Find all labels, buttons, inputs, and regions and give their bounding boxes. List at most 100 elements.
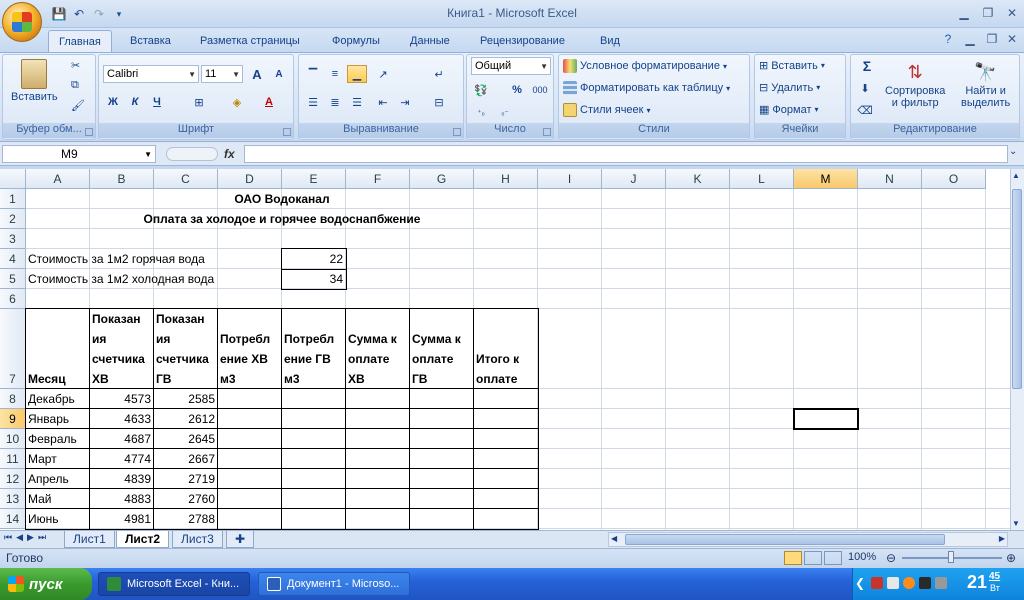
office-button[interactable] bbox=[2, 2, 42, 42]
align-center-icon[interactable]: ≣ bbox=[325, 93, 345, 111]
column-header-b[interactable]: B bbox=[90, 169, 154, 189]
scroll-left-icon[interactable]: ◀ bbox=[611, 534, 617, 543]
row-header-9[interactable]: 9 bbox=[0, 409, 26, 429]
vertical-scroll-thumb[interactable] bbox=[1012, 189, 1022, 389]
page-layout-view-icon[interactable] bbox=[804, 551, 822, 565]
cut-icon[interactable]: ✂ bbox=[71, 59, 80, 72]
orientation-icon[interactable]: ↗ bbox=[373, 65, 393, 83]
expand-formula-icon[interactable]: ⌄ bbox=[1009, 146, 1017, 157]
tab-view[interactable]: Вид bbox=[590, 30, 630, 52]
normal-view-icon[interactable] bbox=[784, 551, 802, 565]
grow-font-button[interactable]: A bbox=[247, 65, 267, 83]
format-painter-icon[interactable]: 🖌 bbox=[71, 99, 85, 112]
increase-decimal-icon[interactable]: ⁺₀ bbox=[471, 103, 491, 121]
dialog-launcher-icon[interactable] bbox=[283, 128, 291, 136]
active-cell[interactable] bbox=[793, 408, 859, 430]
underline-button[interactable]: Ч bbox=[147, 93, 167, 111]
row-header-3[interactable]: 3 bbox=[0, 229, 26, 249]
merge-cells-icon[interactable]: ⊟ bbox=[429, 93, 449, 111]
row-header-5[interactable]: 5 bbox=[0, 269, 26, 289]
thousands-button[interactable]: 000 bbox=[529, 81, 551, 99]
cell-styles-button[interactable]: Стили ячеек ▾ bbox=[563, 103, 651, 117]
align-left-icon[interactable]: ☰ bbox=[303, 93, 323, 111]
tab-home[interactable]: Главная bbox=[48, 30, 112, 52]
scroll-up-icon[interactable]: ▲ bbox=[1012, 171, 1020, 180]
column-header-c[interactable]: C bbox=[154, 169, 218, 189]
minimize-icon[interactable]: ▁ bbox=[952, 4, 976, 22]
find-select-button[interactable]: 🔭 Найти и выделить bbox=[961, 59, 1010, 109]
decrease-decimal-icon[interactable]: ₀⁻ bbox=[495, 103, 515, 121]
tab-insert[interactable]: Вставка bbox=[120, 30, 181, 52]
zoom-slider-thumb[interactable] bbox=[948, 551, 954, 563]
column-header-d[interactable]: D bbox=[218, 169, 282, 189]
tray-browser-icon[interactable] bbox=[903, 577, 915, 589]
font-name-select[interactable]: Calibri ▼ bbox=[103, 65, 199, 83]
insert-function-button[interactable]: fx bbox=[224, 147, 235, 161]
borders-icon[interactable]: ⊞ bbox=[189, 93, 209, 111]
insert-sheet-icon[interactable]: ✚ bbox=[226, 531, 255, 548]
tab-data[interactable]: Данные bbox=[400, 30, 460, 52]
sort-filter-button[interactable]: ⇅ Сортировка и фильтр bbox=[885, 59, 945, 109]
row-header-8[interactable]: 8 bbox=[0, 389, 26, 409]
scroll-down-icon[interactable]: ▼ bbox=[1012, 519, 1020, 528]
tray-app-icon[interactable] bbox=[871, 577, 883, 589]
italic-button[interactable]: К bbox=[125, 93, 145, 111]
conditional-formatting-button[interactable]: Условное форматирование ▾ bbox=[563, 59, 727, 73]
column-header-f[interactable]: F bbox=[346, 169, 410, 189]
font-size-select[interactable]: 11 ▼ bbox=[201, 65, 243, 83]
zoom-level[interactable]: 100% bbox=[848, 551, 876, 563]
format-cells-button[interactable]: ▦ Формат ▾ bbox=[759, 103, 819, 117]
vertical-scrollbar[interactable]: ▲ ▼ bbox=[1010, 169, 1024, 530]
tray-expand-icon[interactable]: ❮ bbox=[855, 576, 865, 590]
tab-review[interactable]: Рецензирование bbox=[470, 30, 575, 52]
scroll-right-icon[interactable]: ▶ bbox=[999, 534, 1005, 543]
paste-button[interactable]: Вставить bbox=[11, 59, 58, 103]
row-header-7[interactable]: 7 bbox=[0, 309, 26, 389]
row-header-12[interactable]: 12 bbox=[0, 469, 26, 489]
doc-minimize-icon[interactable]: ▁ bbox=[958, 30, 982, 48]
sheet-nav-icon[interactable]: ⏮◀▶⏭ bbox=[4, 532, 50, 543]
column-header-j[interactable]: J bbox=[602, 169, 666, 189]
worksheet-grid[interactable]: A B C D E F G H I J K L M N O 1 2 3 4 5 6 7 8 9 10 11 12 13 14 ОАО Во… bbox=[0, 169, 1010, 530]
column-header-e[interactable]: E bbox=[282, 169, 346, 189]
dialog-launcher-icon[interactable] bbox=[543, 128, 551, 136]
tray-language-icon[interactable] bbox=[887, 577, 899, 589]
horizontal-scroll-thumb[interactable] bbox=[625, 534, 945, 545]
row-header-14[interactable]: 14 bbox=[0, 509, 26, 529]
column-header-n[interactable]: N bbox=[858, 169, 922, 189]
sheet-tab-2[interactable]: Лист2 bbox=[116, 531, 170, 548]
tab-page-layout[interactable]: Разметка страницы bbox=[190, 30, 310, 52]
formula-expander[interactable] bbox=[166, 147, 218, 161]
row-header-2[interactable]: 2 bbox=[0, 209, 26, 229]
column-header-g[interactable]: G bbox=[410, 169, 474, 189]
delete-cells-button[interactable]: ⊟ Удалить ▾ bbox=[759, 81, 820, 95]
column-header-k[interactable]: K bbox=[666, 169, 730, 189]
bold-button[interactable]: Ж bbox=[103, 93, 123, 111]
align-right-icon[interactable]: ☰ bbox=[347, 93, 367, 111]
page-break-view-icon[interactable] bbox=[824, 551, 842, 565]
row-header-4[interactable]: 4 bbox=[0, 249, 26, 269]
increase-indent-icon[interactable]: ⇥ bbox=[395, 93, 415, 111]
tab-formulas[interactable]: Формулы bbox=[322, 30, 390, 52]
zoom-out-icon[interactable]: ⊖ bbox=[886, 551, 896, 565]
column-header-l[interactable]: L bbox=[730, 169, 794, 189]
dialog-launcher-icon[interactable] bbox=[453, 128, 461, 136]
close-icon[interactable]: ✕ bbox=[1000, 4, 1024, 22]
clear-icon[interactable]: ⌫ bbox=[855, 101, 875, 119]
fill-icon[interactable]: ⬇ bbox=[855, 79, 875, 97]
task-excel[interactable]: Microsoft Excel - Кни... bbox=[98, 572, 250, 596]
row-header-13[interactable]: 13 bbox=[0, 489, 26, 509]
row-header-1[interactable]: 1 bbox=[0, 189, 26, 209]
font-color-icon[interactable]: A bbox=[259, 93, 279, 111]
tray-volume-icon[interactable] bbox=[935, 577, 947, 589]
start-button[interactable]: пуск bbox=[0, 568, 92, 600]
shrink-font-button[interactable]: A bbox=[269, 65, 289, 83]
column-header-a[interactable]: A bbox=[26, 169, 90, 189]
decrease-indent-icon[interactable]: ⇤ bbox=[373, 93, 393, 111]
task-word[interactable]: Документ1 - Microso... bbox=[258, 572, 410, 596]
currency-icon[interactable]: 💱 bbox=[471, 81, 491, 99]
column-header-m[interactable]: M bbox=[794, 169, 858, 189]
dialog-launcher-icon[interactable] bbox=[85, 128, 93, 136]
select-all-corner[interactable] bbox=[0, 169, 26, 189]
help-icon[interactable]: ? bbox=[936, 30, 960, 48]
